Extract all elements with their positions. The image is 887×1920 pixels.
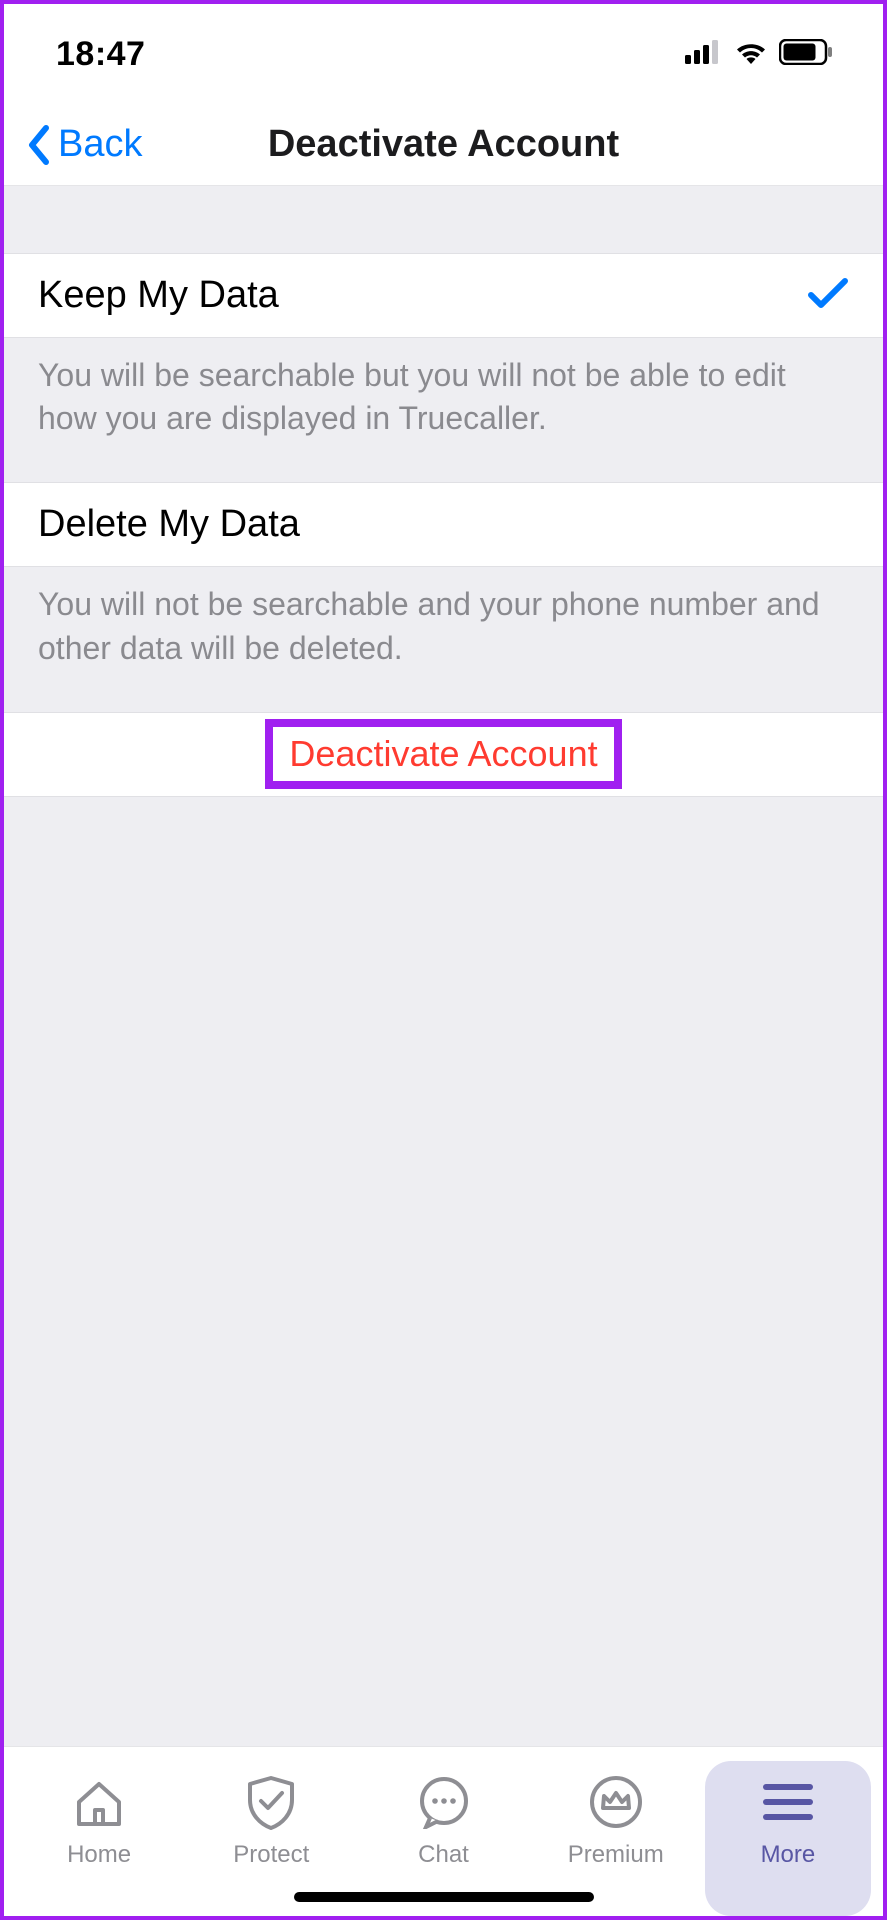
battery-icon <box>779 39 835 70</box>
crown-icon <box>588 1771 644 1833</box>
tab-home[interactable]: Home <box>16 1761 182 1916</box>
chevron-left-icon <box>24 124 52 166</box>
tab-label: Home <box>67 1841 131 1869</box>
tab-label: More <box>761 1841 816 1869</box>
tab-label: Premium <box>568 1841 664 1869</box>
menu-icon <box>760 1771 816 1833</box>
back-button[interactable]: Back <box>4 123 142 166</box>
deactivate-account-button[interactable]: Deactivate Account <box>4 713 883 797</box>
wifi-icon <box>733 39 769 70</box>
section-gap <box>4 186 883 254</box>
option-delete-my-data[interactable]: Delete My Data <box>4 483 883 567</box>
status-bar: 18:47 <box>4 4 883 104</box>
annotation-highlight: Deactivate Account <box>265 719 621 789</box>
option-label: Delete My Data <box>38 503 300 546</box>
option-keep-my-data[interactable]: Keep My Data <box>4 254 883 338</box>
back-label: Back <box>58 123 142 166</box>
deactivate-label: Deactivate Account <box>289 733 597 774</box>
status-icons <box>685 39 835 70</box>
option-label: Keep My Data <box>38 274 279 317</box>
home-icon <box>71 1771 127 1833</box>
tab-bar: Home Protect Chat <box>4 1746 883 1916</box>
home-indicator[interactable] <box>294 1892 594 1902</box>
shield-icon <box>246 1771 296 1833</box>
tab-more[interactable]: More <box>705 1761 871 1916</box>
chat-icon <box>416 1771 472 1833</box>
option-delete-description: You will not be searchable and your phon… <box>4 567 883 712</box>
status-time: 18:47 <box>56 35 145 74</box>
content-background <box>4 797 883 1746</box>
nav-bar: Back Deactivate Account <box>4 104 883 186</box>
checkmark-icon <box>807 275 849 316</box>
option-keep-description: You will be searchable but you will not … <box>4 338 883 483</box>
screen: 18:47 <box>0 0 887 1920</box>
tab-label: Chat <box>418 1841 469 1869</box>
cellular-icon <box>685 40 723 69</box>
tab-label: Protect <box>233 1841 309 1869</box>
